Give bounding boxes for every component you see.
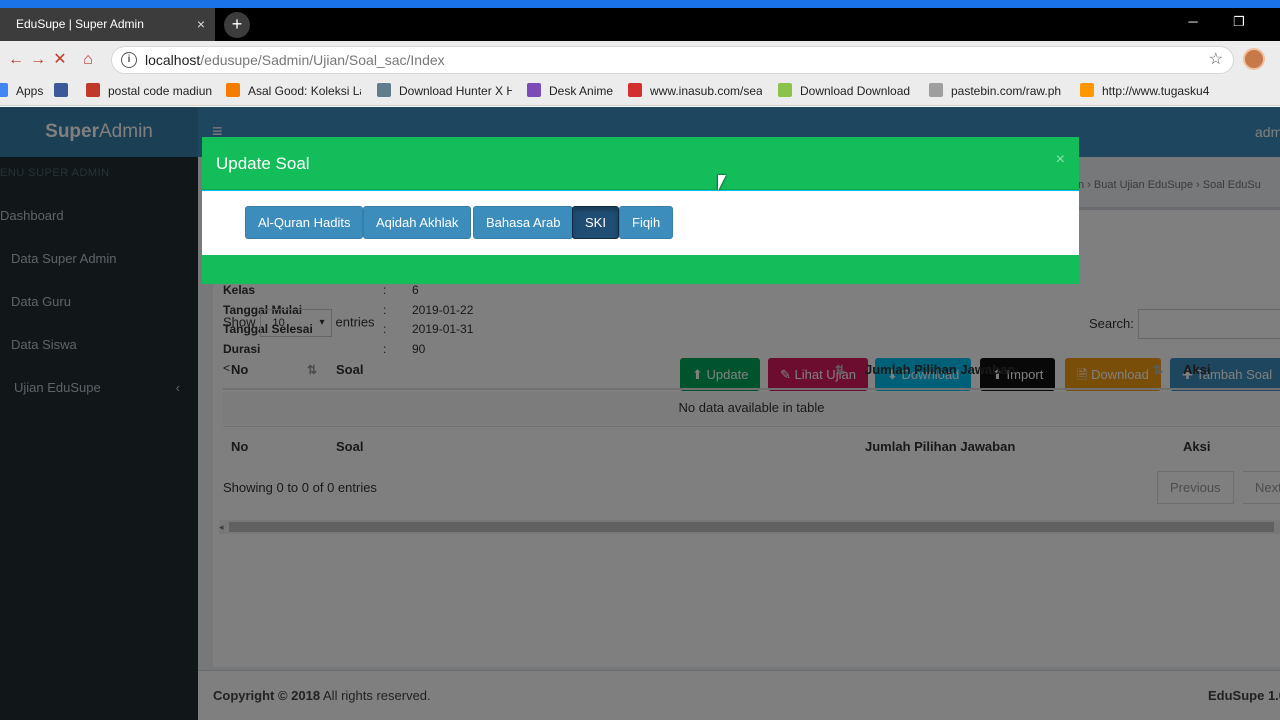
- modal-body: Al-Quran Hadits Aqidah Akhlak Bahasa Ara…: [202, 191, 1079, 255]
- subject-button-fiqih[interactable]: Fiqih: [619, 206, 674, 239]
- bookmark-pastebin[interactable]: pastebin.com/raw.ph: [929, 78, 1065, 104]
- stop-icon[interactable]: ✕: [50, 50, 70, 70]
- bookmarks-bar: Apps postal code madiun Asal Good: Kolek…: [0, 78, 1280, 106]
- tugasku-icon: [1080, 83, 1094, 97]
- new-tab-button[interactable]: +: [224, 12, 250, 38]
- profile-avatar[interactable]: [1243, 48, 1265, 70]
- tab-close-icon[interactable]: ×: [197, 8, 205, 41]
- pastebin-icon: [929, 83, 943, 97]
- minimize-button[interactable]: ─: [1170, 8, 1216, 36]
- bookmark-tugasku[interactable]: http://www.tugasku4: [1080, 78, 1213, 104]
- subject-button-al-quran-hadits[interactable]: Al-Quran Hadits: [245, 206, 364, 239]
- url-host: localhost: [145, 52, 201, 68]
- info-red-icon: [628, 83, 642, 97]
- tab-title: EduSupe | Super Admin: [16, 17, 144, 31]
- download-site-icon: [778, 83, 792, 97]
- subject-button-ski[interactable]: SKI: [572, 206, 619, 239]
- globe-icon: [377, 83, 391, 97]
- modal-footer: [202, 255, 1079, 284]
- back-icon[interactable]: ←: [6, 50, 26, 70]
- modal-title: Update Soal: [216, 154, 310, 173]
- bookmark-download[interactable]: Download Download: [778, 78, 913, 104]
- browser-tab-active[interactable]: EduSupe | Super Admin ×: [0, 8, 215, 41]
- restore-button[interactable]: ❐: [1216, 8, 1262, 36]
- window-top-strip: [0, 0, 1280, 8]
- anime-icon: [527, 83, 541, 97]
- url-field[interactable]: i localhost/edusupe/Sadmin/Ujian/Soal_sa…: [111, 46, 1234, 74]
- bookmark-hunter[interactable]: Download Hunter X H: [377, 78, 512, 104]
- forward-icon[interactable]: →: [28, 50, 48, 70]
- facebook-icon: [54, 83, 68, 97]
- site-info-icon[interactable]: i: [121, 52, 137, 68]
- modal-close-icon[interactable]: ×: [1056, 151, 1065, 169]
- bookmark-postal-code[interactable]: postal code madiun: [86, 78, 214, 104]
- subject-button-bahasa-arab[interactable]: Bahasa Arab: [473, 206, 574, 239]
- bookmark-icon: [86, 83, 100, 97]
- subject-button-aqidah-akhlak[interactable]: Aqidah Akhlak: [363, 206, 472, 239]
- bookmark-apps[interactable]: Apps: [0, 78, 44, 104]
- home-icon[interactable]: ⌂: [78, 50, 98, 70]
- update-soal-modal: Update Soal × Al-Quran Hadits Aqidah Akh…: [202, 137, 1079, 284]
- address-bar: ← → ✕ ⌂ i localhost/edusupe/Sadmin/Ujian…: [0, 41, 1280, 78]
- bookmark-facebook[interactable]: [54, 78, 76, 104]
- modal-header: Update Soal ×: [202, 137, 1079, 190]
- mouse-cursor-icon: [718, 175, 726, 191]
- bookmark-star-icon[interactable]: ☆: [1209, 47, 1223, 73]
- bookmark-desk-anime[interactable]: Desk Anime: [527, 78, 617, 104]
- bookmark-asal-good[interactable]: Asal Good: Koleksi La: [226, 78, 361, 104]
- apps-grid-icon: [0, 83, 8, 97]
- bookmark-inasub[interactable]: www.inasub.com/sea: [628, 78, 762, 104]
- blogger-icon: [226, 83, 240, 97]
- url-path: /edusupe/Sadmin/Ujian/Soal_sac/Index: [200, 52, 445, 68]
- tab-bar: EduSupe | Super Admin × + ─ ❐ ✕: [0, 8, 1280, 41]
